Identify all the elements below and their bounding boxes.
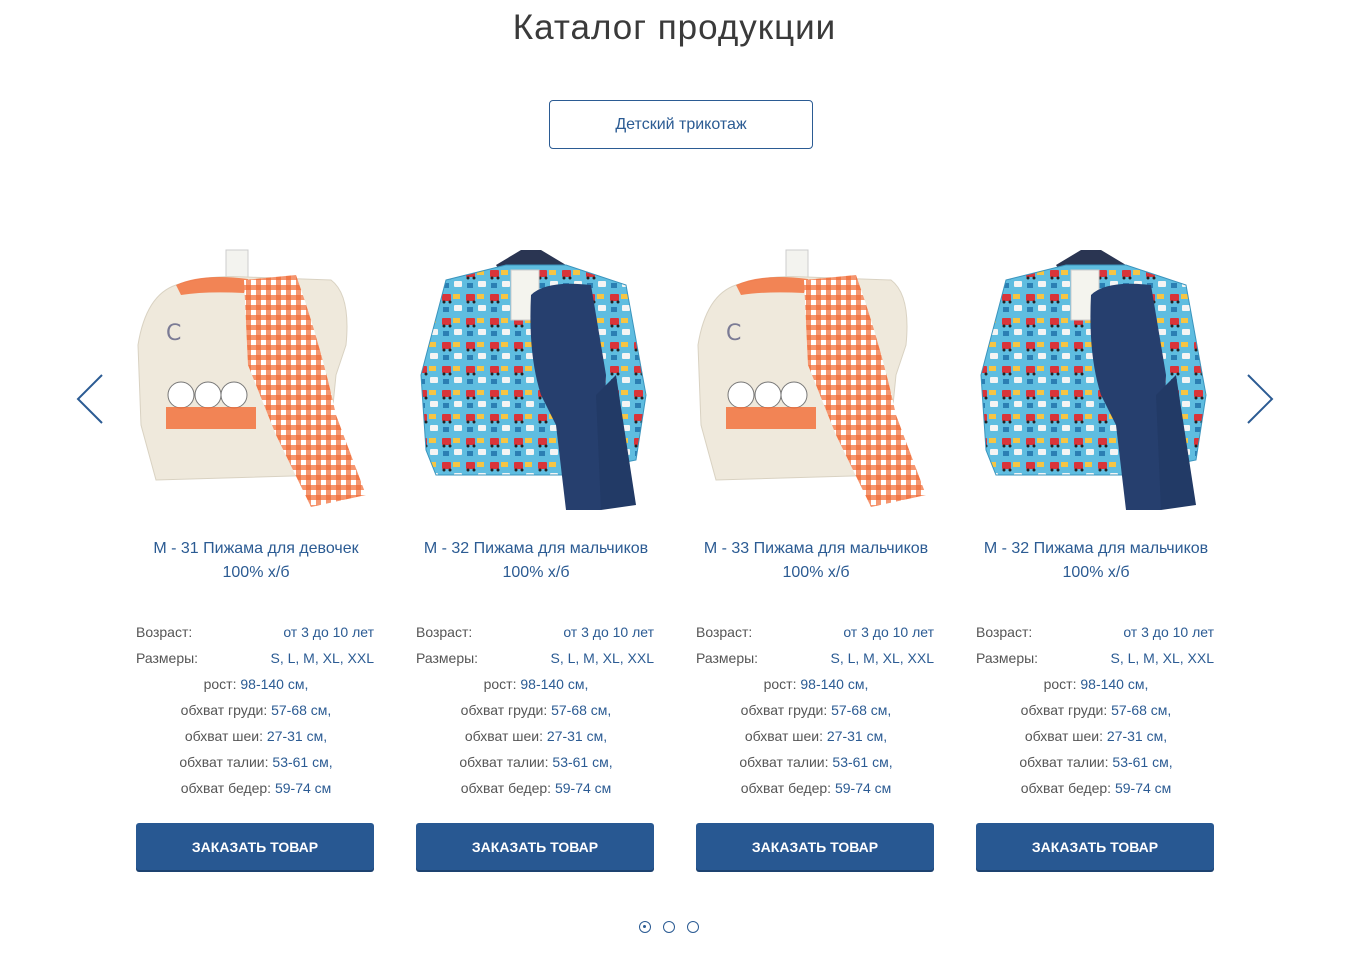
dim-hips: обхват бедер: 59-74 см [180, 780, 332, 796]
carousel-pagination [639, 921, 699, 933]
chevron-right-icon [1247, 374, 1273, 424]
spec-sizes: Размеры: S, L, M, XL, XXL [696, 650, 934, 666]
product-title[interactable]: М - 31 Пижама для девочек 100% х/б [126, 537, 386, 585]
category-button[interactable]: Детский трикотаж [549, 100, 813, 149]
dim-height: рост: 98-140 см, [1043, 676, 1149, 692]
page-title: Каталог продукции [512, 8, 837, 47]
chevron-left-icon [77, 374, 103, 424]
dim-neck: обхват шеи: 27-31 см, [1024, 728, 1168, 744]
pajama-boys-image[interactable] [416, 195, 656, 515]
dim-chest: обхват груди: 57-68 см, [180, 702, 332, 718]
carousel-dot-2[interactable] [663, 921, 675, 933]
dim-hips: обхват бедер: 59-74 см [740, 780, 892, 796]
pajama-girls-image[interactable] [696, 195, 936, 515]
carousel-dot-3[interactable] [687, 921, 699, 933]
order-button[interactable]: ЗАКАЗАТЬ ТОВАР [976, 823, 1214, 870]
carousel-next-button[interactable] [1246, 373, 1276, 425]
product-title[interactable]: М - 32 Пижама для мальчиков 100% х/б [406, 537, 666, 585]
dim-hips: обхват бедер: 59-74 см [460, 780, 612, 796]
dim-chest: обхват груди: 57-68 см, [1020, 702, 1172, 718]
product-card: М - 32 Пижама для мальчиков 100% х/б Воз… [976, 195, 1216, 885]
product-title[interactable]: М - 33 Пижама для мальчиков 100% х/б [686, 537, 946, 585]
dim-waist: обхват талии: 53-61 см, [739, 754, 893, 770]
dim-height: рост: 98-140 см, [203, 676, 309, 692]
dim-chest: обхват груди: 57-68 см, [460, 702, 612, 718]
dim-hips: обхват бедер: 59-74 см [1020, 780, 1172, 796]
dim-waist: обхват талии: 53-61 см, [459, 754, 613, 770]
spec-age: Возраст: от 3 до 10 лет [976, 624, 1214, 640]
dim-neck: обхват шеи: 27-31 см, [184, 728, 328, 744]
product-card: М - 33 Пижама для мальчиков 100% х/б Воз… [696, 195, 936, 885]
dim-waist: обхват талии: 53-61 см, [1019, 754, 1173, 770]
pajama-boys-image[interactable] [976, 195, 1216, 515]
carousel-prev-button[interactable] [74, 373, 104, 425]
dim-neck: обхват шеи: 27-31 см, [744, 728, 888, 744]
spec-age: Возраст: от 3 до 10 лет [696, 624, 934, 640]
spec-sizes: Размеры: S, L, M, XL, XXL [416, 650, 654, 666]
spec-sizes: Размеры: S, L, M, XL, XXL [976, 650, 1214, 666]
dim-neck: обхват шеи: 27-31 см, [464, 728, 608, 744]
product-title[interactable]: М - 32 Пижама для мальчиков 100% х/б [966, 537, 1226, 585]
product-card: М - 32 Пижама для мальчиков 100% х/б Воз… [416, 195, 656, 885]
spec-age: Возраст: от 3 до 10 лет [416, 624, 654, 640]
order-button[interactable]: ЗАКАЗАТЬ ТОВАР [136, 823, 374, 870]
dim-chest: обхват груди: 57-68 см, [740, 702, 892, 718]
spec-age: Возраст: от 3 до 10 лет [136, 624, 374, 640]
spec-sizes: Размеры: S, L, M, XL, XXL [136, 650, 374, 666]
order-button[interactable]: ЗАКАЗАТЬ ТОВАР [416, 823, 654, 870]
dim-height: рост: 98-140 см, [763, 676, 869, 692]
order-button[interactable]: ЗАКАЗАТЬ ТОВАР [696, 823, 934, 870]
dim-height: рост: 98-140 см, [483, 676, 589, 692]
dim-waist: обхват талии: 53-61 см, [179, 754, 333, 770]
pajama-girls-image[interactable] [136, 195, 376, 515]
product-card: М - 31 Пижама для девочек 100% х/б Возра… [136, 195, 376, 885]
carousel-dot-1[interactable] [639, 921, 651, 933]
